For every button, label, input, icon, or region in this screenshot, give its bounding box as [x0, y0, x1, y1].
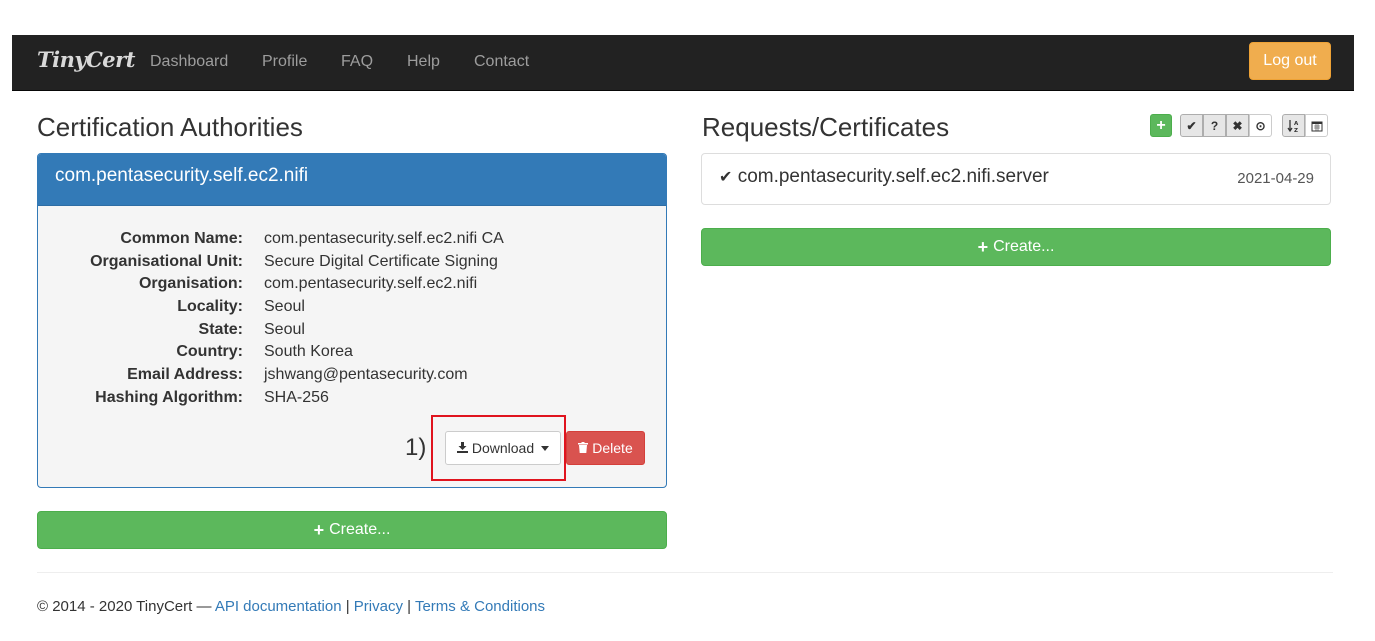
trash-icon — [578, 440, 589, 456]
field-label: Organisation: — [138, 275, 243, 293]
brand-logo[interactable]: TinyCert — [37, 47, 135, 72]
nav-help[interactable]: Help — [407, 53, 440, 71]
field-label: Organisational Unit: — [90, 252, 243, 270]
create-request-button[interactable]: + Create... — [701, 228, 1331, 266]
create-request-label: Create... — [993, 238, 1055, 255]
request-name-text: com.pentasecurity.self.ec2.nifi.server — [737, 166, 1049, 187]
field-value: Secure Digital Certificate Signing — [264, 252, 498, 270]
filter-revoked-icon[interactable]: ✖ — [1226, 114, 1249, 137]
delete-button[interactable]: Delete — [566, 431, 645, 465]
svg-text:A: A — [1294, 121, 1299, 127]
field-label: Common Name: — [120, 230, 243, 247]
copyright: © 2014 - 2020 TinyCert — — [37, 598, 215, 615]
field-organisation: Organisation: com.pentasecurity.self.ec2… — [38, 275, 666, 298]
field-value: com.pentasecurity.self.ec2.nifi CA — [264, 230, 504, 247]
top-navbar: TinyCert Dashboard Profile FAQ Help Cont… — [12, 35, 1354, 91]
footer: © 2014 - 2020 TinyCert — API documentati… — [37, 598, 545, 615]
delete-label: Delete — [592, 440, 633, 456]
filter-pending-icon[interactable]: ? — [1203, 114, 1226, 137]
plus-icon: + — [977, 236, 989, 257]
field-label: State: — [198, 320, 243, 338]
add-request-icon[interactable]: + — [1150, 114, 1172, 137]
download-label: Download — [471, 440, 535, 456]
filter-valid-icon[interactable]: ✔ — [1180, 114, 1203, 137]
field-value: jshwang@pentasecurity.com — [264, 366, 468, 384]
field-label: Hashing Algorithm: — [95, 388, 243, 406]
field-label: Country: — [176, 343, 243, 361]
field-value: Seoul — [264, 298, 305, 316]
footer-sep: | — [402, 598, 415, 615]
field-common-name: Common Name: com.pentasecurity.self.ec2.… — [38, 230, 666, 253]
nav-profile[interactable]: Profile — [262, 53, 307, 71]
requests-heading: Requests/Certificates — [702, 112, 950, 142]
field-label: Email Address: — [127, 366, 243, 384]
privacy-link[interactable]: Privacy — [354, 598, 403, 615]
filter-expired-icon[interactable]: ⊙ — [1249, 114, 1272, 137]
ca-details: Common Name: com.pentasecurity.self.ec2.… — [38, 230, 666, 412]
field-country: Country: South Korea — [38, 343, 666, 366]
step-annotation: 1) — [405, 434, 427, 461]
create-ca-label: Create... — [329, 521, 391, 538]
list-item[interactable]: ✔ com.pentasecurity.self.ec2.nifi.server… — [701, 153, 1331, 205]
ca-panel-title[interactable]: com.pentasecurity.self.ec2.nifi — [38, 154, 666, 206]
sort-date-icon[interactable] — [1305, 114, 1328, 137]
field-email: Email Address: jshwang@pentasecurity.com — [38, 366, 666, 389]
svg-text:Z: Z — [1294, 128, 1298, 133]
caret-down-icon — [541, 445, 550, 451]
nav-faq[interactable]: FAQ — [341, 53, 373, 71]
sort-alpha-icon[interactable]: AZ — [1282, 114, 1305, 137]
field-value: Seoul — [264, 320, 305, 338]
request-name: ✔ com.pentasecurity.self.ec2.nifi.server — [719, 166, 1049, 188]
field-locality: Locality: Seoul — [38, 298, 666, 321]
download-icon — [456, 440, 468, 456]
field-hashing: Hashing Algorithm: SHA-256 — [38, 388, 666, 412]
footer-sep: | — [341, 598, 354, 615]
field-state: State: Seoul — [38, 320, 666, 344]
logout-button[interactable]: Log out — [1249, 42, 1331, 80]
nav-dashboard[interactable]: Dashboard — [150, 53, 228, 71]
request-date: 2021-04-29 — [1237, 170, 1314, 187]
field-org-unit: Organisational Unit: Secure Digital Cert… — [38, 252, 666, 276]
check-icon: ✔ — [719, 169, 733, 186]
field-value: SHA-256 — [264, 388, 329, 406]
ca-heading: Certification Authorities — [37, 112, 303, 142]
plus-icon: + — [313, 519, 325, 540]
field-label: Locality: — [177, 298, 243, 316]
download-button[interactable]: Download — [445, 431, 561, 465]
nav-contact[interactable]: Contact — [474, 53, 529, 71]
create-ca-button[interactable]: + Create... — [37, 511, 667, 549]
field-value: South Korea — [264, 343, 353, 361]
footer-divider — [37, 572, 1333, 573]
terms-link[interactable]: Terms & Conditions — [415, 598, 545, 615]
api-doc-link[interactable]: API documentation — [215, 598, 342, 615]
field-value: com.pentasecurity.self.ec2.nifi — [264, 275, 478, 293]
